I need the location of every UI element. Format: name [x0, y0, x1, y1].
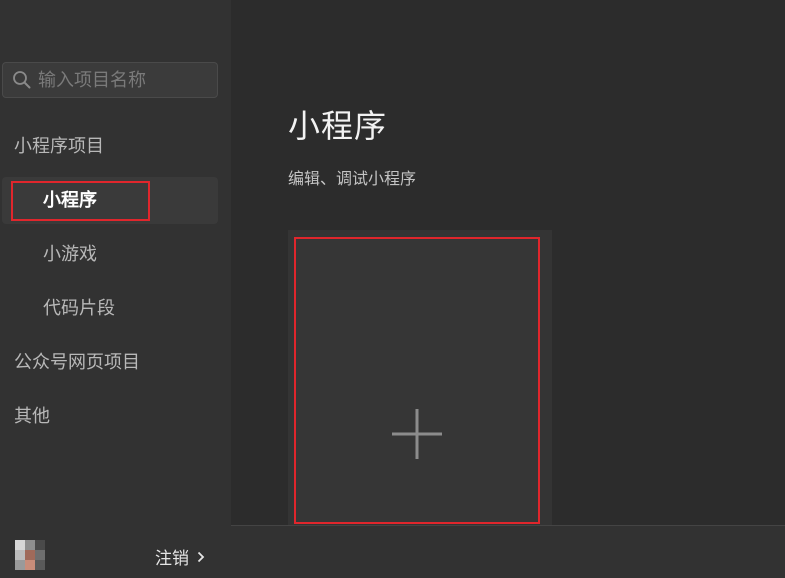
sidebar-group-webpage[interactable]: 公众号网页项目 — [14, 351, 140, 375]
logout-button[interactable]: 注销 — [155, 544, 205, 569]
new-project-card[interactable] — [294, 237, 540, 524]
search-input[interactable] — [38, 69, 208, 91]
search-icon — [12, 70, 32, 90]
search-box[interactable] — [2, 62, 218, 98]
sidebar-item-minigame[interactable]: 小游戏 — [43, 243, 97, 267]
page-subtitle: 编辑、调试小程序 — [288, 169, 417, 188]
chevron-right-icon — [197, 551, 205, 563]
app-window: 小程序项目 小程序 小游戏 代码片段 公众号网页项目 其他 — [0, 0, 785, 578]
avatar[interactable] — [15, 540, 45, 570]
plus-icon — [392, 408, 442, 463]
sidebar-item-code-snippet[interactable]: 代码片段 — [43, 297, 115, 321]
bottom-bar — [231, 525, 785, 578]
logout-label: 注销 — [155, 549, 189, 569]
page-title: 小程序 — [288, 107, 388, 145]
sidebar-footer: 注销 — [0, 530, 231, 578]
sidebar-highlight-box — [11, 181, 150, 221]
sidebar: 小程序项目 小程序 小游戏 代码片段 公众号网页项目 其他 — [0, 0, 231, 578]
main-panel: 小程序 编辑、调试小程序 — [231, 0, 785, 578]
sidebar-group-other[interactable]: 其他 — [14, 405, 50, 429]
sidebar-group-miniprogram[interactable]: 小程序项目 — [14, 135, 104, 159]
